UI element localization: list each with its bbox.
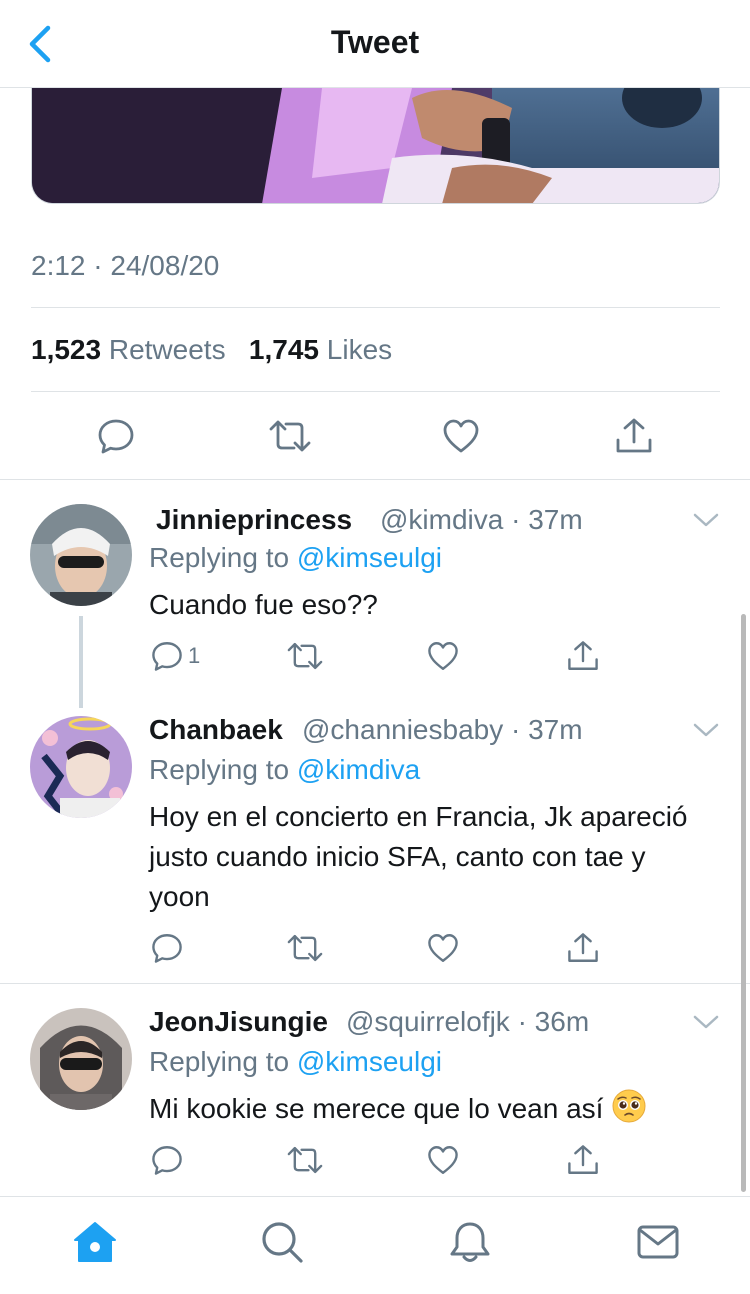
share-icon (568, 641, 598, 670)
share-button[interactable] (566, 1140, 600, 1180)
tweet-timestamp: 2:12 · 24/08/20 (31, 250, 220, 281)
reply-author-name[interactable]: Chanbaek (149, 714, 283, 746)
heart-icon (428, 934, 458, 962)
avatar[interactable] (30, 504, 132, 606)
reply-text: Cuando fue eso?? (149, 589, 378, 620)
retweets-stat[interactable]: 1,523 Retweets (31, 334, 233, 365)
avatar-image (30, 716, 132, 818)
likes-count: 1,745 (248, 334, 319, 365)
share-icon (568, 1145, 598, 1174)
share-button[interactable] (566, 928, 600, 968)
reply-count: 1 (188, 643, 201, 668)
divider (31, 391, 720, 392)
reply-text: Hoy en el concierto en Francia, Jk apare… (149, 801, 688, 912)
mention-link[interactable]: @kimseulgi (297, 542, 442, 573)
chevron-down-icon[interactable] (692, 1012, 720, 1032)
reply-author-handle[interactable]: @squirrelofjk · 36m (346, 1006, 589, 1038)
likes-label: Likes (326, 334, 393, 365)
divider (31, 307, 720, 308)
reply-action-bar: 1 (0, 636, 750, 676)
like-button[interactable] (426, 636, 460, 676)
search-icon (262, 1222, 303, 1263)
retweet-button[interactable] (286, 636, 324, 676)
speech-bubble-icon (152, 642, 182, 671)
reply-item[interactable]: Jinnieprincess @kimdiva · 37m Replying t… (0, 480, 750, 708)
reply-button[interactable]: 1 (150, 636, 200, 676)
tab-home[interactable] (70, 1217, 120, 1267)
share-icon (616, 418, 652, 453)
retweet-button[interactable] (286, 1140, 324, 1180)
retweet-icon (287, 642, 323, 670)
chevron-down-icon[interactable] (692, 720, 720, 740)
page-title: Tweet (330, 24, 420, 60)
chevron-down-icon[interactable] (692, 510, 720, 530)
tab-notifications[interactable] (445, 1217, 495, 1267)
mention-link[interactable]: @kimseulgi (297, 1046, 442, 1077)
retweets-label: Retweets (108, 334, 226, 365)
like-button[interactable] (433, 408, 489, 464)
reply-author-name[interactable]: Jinnieprincess (156, 504, 352, 536)
heart-icon (428, 642, 458, 670)
reply-item[interactable]: JeonJisungie @squirrelofjk · 36m Replyin… (0, 984, 750, 1196)
bell-icon (450, 1222, 490, 1262)
replying-to: Replying to @kimseulgi (149, 1046, 442, 1078)
share-icon (568, 933, 598, 962)
tab-search[interactable] (257, 1217, 307, 1267)
tweet-action-bar (0, 408, 750, 464)
reply-author-handle[interactable]: @channiesbaby · 37m (302, 714, 583, 746)
reply-author-name[interactable]: JeonJisungie (149, 1006, 328, 1038)
avatar[interactable] (30, 1008, 132, 1110)
photo-illustration (32, 88, 719, 203)
avatar[interactable] (30, 716, 132, 818)
speech-bubble-icon (152, 1146, 182, 1175)
mail-icon (637, 1225, 679, 1259)
replying-to: Replying to @kimdiva (149, 754, 420, 786)
replying-to: Replying to @kimseulgi (149, 542, 442, 574)
mention-link[interactable]: @kimdiva (297, 754, 420, 785)
heart-icon (428, 1146, 458, 1174)
tab-messages[interactable] (633, 1217, 683, 1267)
bottom-tab-bar (0, 1196, 750, 1294)
speech-bubble-icon (152, 934, 182, 963)
reply-action-bar (0, 1140, 750, 1180)
retweet-icon (269, 420, 311, 452)
retweet-button[interactable] (286, 928, 324, 968)
home-icon (74, 1222, 116, 1262)
reply-text: Mi kookie se merece que lo vean así (149, 1088, 729, 1129)
like-button[interactable] (426, 1140, 460, 1180)
tweet-media-image[interactable] (31, 88, 720, 204)
reply-button[interactable] (150, 1140, 188, 1180)
reply-action-bar (0, 928, 750, 968)
retweet-icon (287, 1146, 323, 1174)
avatar-image (30, 1008, 132, 1110)
share-button[interactable] (566, 636, 600, 676)
reply-item[interactable]: Chanbaek @channiesbaby · 37m Replying to… (0, 704, 750, 984)
retweets-count: 1,523 (31, 334, 102, 365)
tweet-stats: 1,523 Retweets 1,745 Likes (31, 334, 392, 366)
like-button[interactable] (426, 928, 460, 968)
likes-stat[interactable]: 1,745 Likes (249, 334, 392, 365)
top-nav-bar: Tweet (0, 0, 750, 88)
replying-to-label: Replying to (149, 754, 290, 785)
avatar-image (30, 504, 132, 606)
share-button[interactable] (606, 408, 662, 464)
speech-bubble-icon (98, 419, 134, 454)
reply-text-content: Mi kookie se merece que lo vean así (149, 1093, 604, 1124)
replying-to-label: Replying to (149, 542, 290, 573)
pleading-face-emoji-icon (612, 1089, 646, 1123)
replying-to-label: Replying to (149, 1046, 290, 1077)
retweet-icon (287, 934, 323, 962)
reply-author-handle[interactable]: @kimdiva · 37m (380, 504, 583, 536)
reply-button[interactable] (88, 408, 144, 464)
heart-icon (443, 419, 479, 453)
reply-button[interactable] (150, 928, 188, 968)
scrollbar[interactable] (741, 614, 746, 1192)
retweet-button[interactable] (262, 408, 318, 464)
